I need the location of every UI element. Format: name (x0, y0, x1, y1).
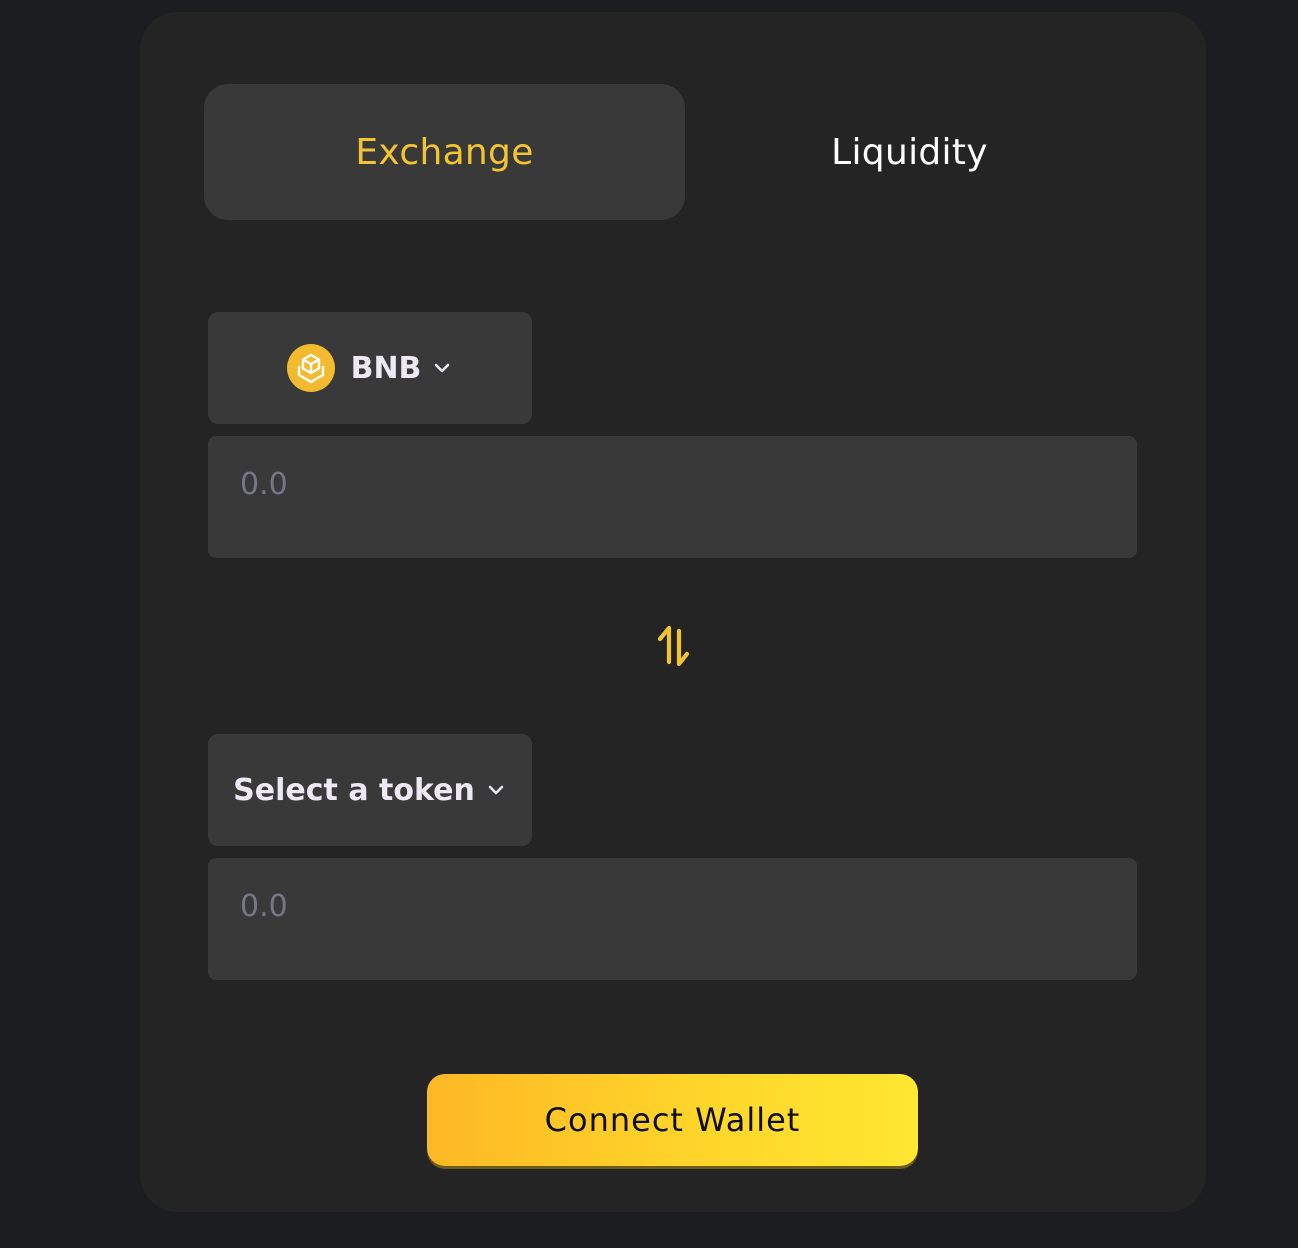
tab-bar: Exchange Liquidity (204, 84, 1134, 220)
from-token-symbol: BNB (350, 350, 422, 386)
tab-liquidity[interactable]: Liquidity (685, 84, 1134, 220)
swap-arrows-icon[interactable] (652, 622, 696, 672)
bnb-icon (286, 344, 335, 392)
from-amount-input[interactable] (240, 460, 1100, 508)
to-amount-box (208, 858, 1137, 980)
from-amount-box (208, 436, 1137, 558)
to-amount-input[interactable] (240, 882, 1100, 930)
tab-exchange[interactable]: Exchange (204, 84, 685, 220)
connect-wallet-button[interactable]: Connect Wallet (427, 1074, 918, 1166)
chevron-down-icon (488, 785, 504, 795)
select-token-label: Select a token (233, 772, 475, 808)
from-token-selector[interactable]: BNB (208, 312, 532, 424)
tab-liquidity-label: Liquidity (831, 131, 988, 173)
tab-exchange-label: Exchange (355, 131, 534, 173)
to-token-selector[interactable]: Select a token (208, 734, 532, 846)
swap-card: Exchange Liquidity BNB 0.0 Select a toke… (140, 12, 1206, 1212)
chevron-down-icon (435, 363, 450, 373)
